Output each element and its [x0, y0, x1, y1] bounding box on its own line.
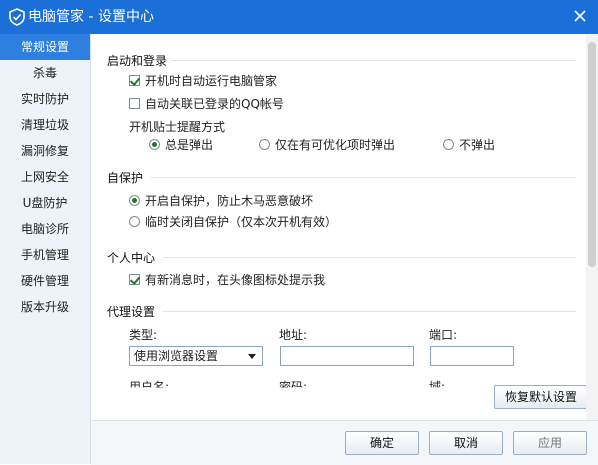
- tips-never-radio[interactable]: 不弹出: [443, 135, 495, 153]
- sidebar-item-clinic[interactable]: 电脑诊所: [0, 216, 90, 242]
- auto-run-label: 开机时自动运行电脑管家: [145, 73, 278, 88]
- sidebar-item-websecurity[interactable]: 上网安全: [0, 164, 90, 190]
- sidebar-item-cleanup[interactable]: 清理垃圾: [0, 112, 90, 138]
- dialog-footer: 确定 取消 应用: [91, 420, 598, 465]
- section-title-proxy: 代理设置: [107, 305, 156, 319]
- restore-defaults-button[interactable]: 恢复默认设置: [494, 385, 588, 409]
- chevron-down-icon: [248, 354, 256, 359]
- section-divider: [171, 60, 576, 61]
- section-divider: [151, 177, 576, 178]
- notify-label: 有新消息时，在头像图标处提示我: [145, 272, 326, 287]
- sidebar-item-usb[interactable]: U盘防护: [0, 190, 90, 216]
- shield-logo-icon: [9, 8, 25, 26]
- notify-checkbox[interactable]: 有新消息时，在头像图标处提示我: [129, 270, 325, 288]
- tips-always-radio[interactable]: 总是弹出: [149, 135, 213, 153]
- proxy-address-input[interactable]: [280, 346, 414, 366]
- proxy-type-label: 类型:: [129, 328, 158, 342]
- tips-mode-label: 开机贴士提醒方式: [129, 120, 226, 134]
- section-divider: [163, 311, 576, 312]
- proxy-domain-label: 域:: [429, 380, 446, 394]
- selfprotect-on-label: 开启自保护，防止木马恶意破坏: [145, 193, 314, 208]
- apply-button[interactable]: 应用: [513, 431, 587, 455]
- auto-qq-label: 自动关联已登录的QQ帐号: [145, 96, 284, 111]
- sidebar: 常规设置 杀毒 实时防护 清理垃圾 漏洞修复 上网安全 U盘防护 电脑诊所 手机…: [0, 34, 91, 464]
- tips-optimize-label: 仅在有可优化项时弹出: [275, 137, 396, 152]
- radio-unselected-icon: [129, 215, 140, 227]
- section-title-personal: 个人中心: [107, 251, 156, 265]
- checkbox-checked-icon: [129, 74, 140, 86]
- tips-always-label: 总是弹出: [165, 137, 214, 152]
- auto-qq-checkbox[interactable]: 自动关联已登录的QQ帐号: [129, 94, 284, 112]
- ok-button[interactable]: 确定: [345, 431, 419, 455]
- cancel-button[interactable]: 取消: [429, 431, 503, 455]
- scrollbar-thumb[interactable]: [588, 42, 596, 267]
- tips-never-label: 不弹出: [459, 137, 496, 152]
- auto-run-checkbox[interactable]: 开机时自动运行电脑管家: [129, 71, 277, 89]
- checkbox-checked-icon: [129, 273, 140, 285]
- proxy-type-select[interactable]: 使用浏览器设置: [129, 346, 263, 366]
- section-title-selfprotect: 自保护: [107, 171, 144, 185]
- scrollbar[interactable]: [586, 34, 598, 420]
- radio-selected-icon: [129, 194, 140, 206]
- sidebar-item-general[interactable]: 常规设置: [0, 34, 90, 60]
- section-title-startup: 启动和登录: [107, 54, 168, 68]
- settings-content: 启动和登录 开机时自动运行电脑管家 自动关联已登录的QQ帐号 开机贴士提醒方式 …: [91, 34, 598, 420]
- proxy-type-value: 使用浏览器设置: [134, 349, 219, 363]
- tips-optimize-radio[interactable]: 仅在有可优化项时弹出: [259, 135, 395, 153]
- radio-selected-icon: [149, 138, 160, 150]
- section-divider: [163, 257, 576, 258]
- selfprotect-on-radio[interactable]: 开启自保护，防止木马恶意破坏: [129, 191, 313, 209]
- proxy-password-label: 密码:: [279, 380, 308, 394]
- radio-unselected-icon: [259, 138, 270, 150]
- proxy-port-label: 端口:: [429, 328, 458, 342]
- sidebar-item-phone[interactable]: 手机管理: [0, 242, 90, 268]
- selfprotect-off-label: 临时关闭自保护（仅本次开机有效）: [145, 214, 338, 229]
- radio-unselected-icon: [443, 138, 454, 150]
- sidebar-item-realtime[interactable]: 实时防护: [0, 86, 90, 112]
- window-title: 电脑管家 - 设置中心: [28, 9, 154, 25]
- sidebar-item-hardware[interactable]: 硬件管理: [0, 268, 90, 294]
- proxy-address-label: 地址:: [279, 328, 308, 342]
- title-bar: 电脑管家 - 设置中心: [0, 0, 598, 34]
- selfprotect-off-radio[interactable]: 临时关闭自保护（仅本次开机有效）: [129, 212, 337, 230]
- sidebar-item-patch[interactable]: 漏洞修复: [0, 138, 90, 164]
- proxy-username-label: 用户名:: [129, 380, 170, 394]
- checkbox-unchecked-icon: [129, 97, 140, 109]
- close-icon[interactable]: [570, 6, 590, 26]
- proxy-port-input[interactable]: [430, 346, 514, 366]
- sidebar-item-antivirus[interactable]: 杀毒: [0, 60, 90, 86]
- sidebar-item-upgrade[interactable]: 版本升级: [0, 294, 90, 320]
